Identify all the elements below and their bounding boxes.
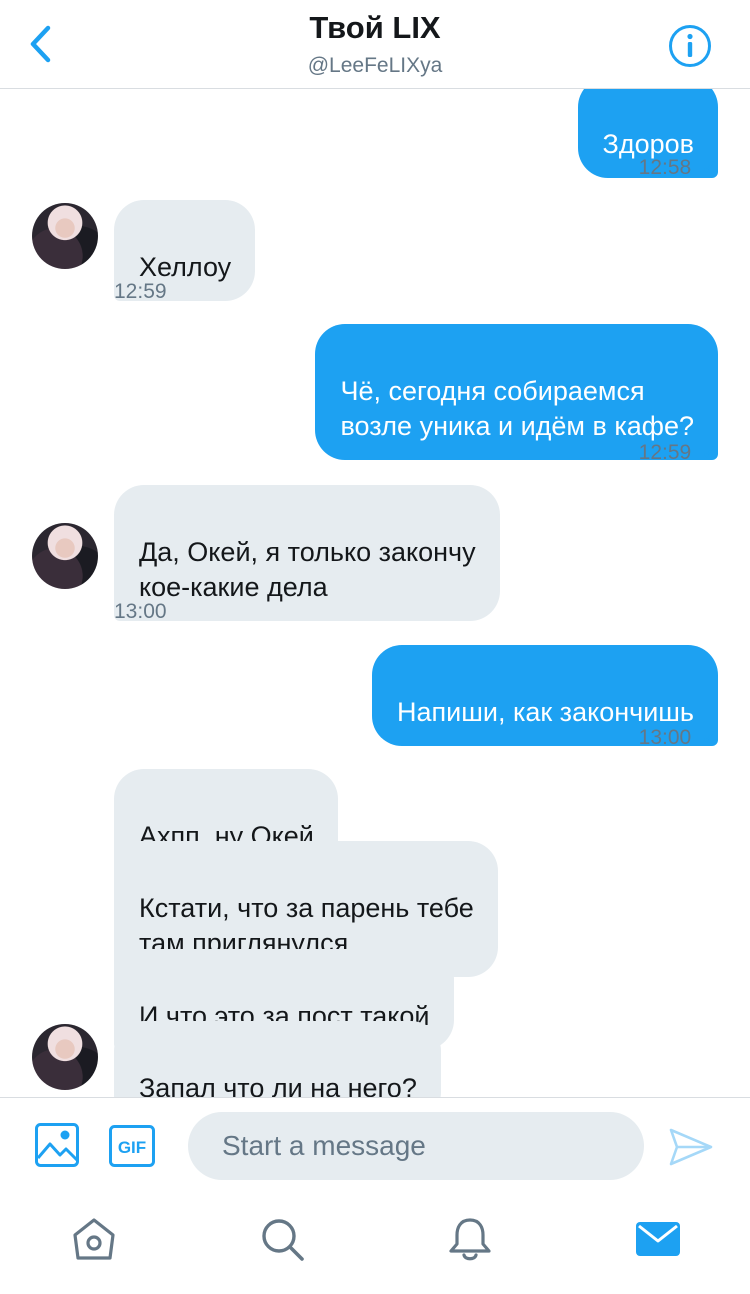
avatar[interactable]: [32, 203, 98, 269]
gif-icon: GIF: [109, 1125, 155, 1167]
conversation-handle: @LeeFeLIXya: [307, 54, 443, 77]
bottom-tab-bar: [0, 1195, 750, 1294]
mail-icon: [636, 1222, 680, 1256]
tab-home[interactable]: [70, 1215, 118, 1263]
read-check-icon: ✓: [701, 157, 718, 179]
conversation-title: Твой LIX: [309, 10, 441, 45]
message-timestamp: 12:59: [114, 280, 167, 303]
gif-button[interactable]: GIF: [108, 1124, 156, 1168]
avatar[interactable]: [32, 1024, 98, 1090]
message-text: Чё, сегодня собираемся возле уника и идё…: [340, 376, 694, 441]
info-icon: [669, 25, 711, 67]
message-input[interactable]: [188, 1112, 644, 1180]
message-timestamp: 13:00 ✓: [638, 726, 718, 749]
incoming-message[interactable]: Да, Окей, я только закончу кое-какие дел…: [114, 485, 500, 621]
paper-plane-icon: [669, 1128, 713, 1166]
tab-notifications[interactable]: [446, 1215, 494, 1263]
message-timestamp: 13:00: [114, 600, 167, 623]
add-photo-button[interactable]: [34, 1122, 80, 1168]
message-thread[interactable]: Здоров 12:58 ✓ Хеллоу 12:59 Чё, сегодня с…: [0, 89, 750, 1097]
tab-messages[interactable]: [634, 1215, 682, 1263]
search-icon: [262, 1219, 304, 1261]
bell-icon: [449, 1218, 491, 1261]
message-composer: GIF: [0, 1097, 750, 1196]
conversation-header: Твой LIX @LeeFeLIXya: [0, 0, 750, 89]
message-timestamp: 12:59 ✓: [638, 441, 718, 464]
svg-text:GIF: GIF: [118, 1138, 146, 1157]
incoming-message[interactable]: Запал что ли на него?: [114, 1021, 441, 1097]
info-button[interactable]: [668, 24, 712, 68]
send-button[interactable]: [668, 1126, 714, 1168]
read-check-icon: ✓: [701, 727, 718, 749]
home-icon: [73, 1218, 115, 1260]
message-text: Запал что ли на него?: [139, 1073, 417, 1097]
tab-search[interactable]: [258, 1215, 306, 1263]
image-icon: [35, 1123, 79, 1167]
avatar[interactable]: [32, 523, 98, 589]
message-text: Напиши, как закончишь: [396, 697, 694, 727]
message-text: Хеллоу: [139, 252, 232, 282]
read-check-icon: ✓: [701, 442, 718, 464]
message-text: Да, Окей, я только закончу кое-какие дел…: [139, 537, 476, 602]
message-timestamp: 12:58 ✓: [638, 156, 718, 179]
